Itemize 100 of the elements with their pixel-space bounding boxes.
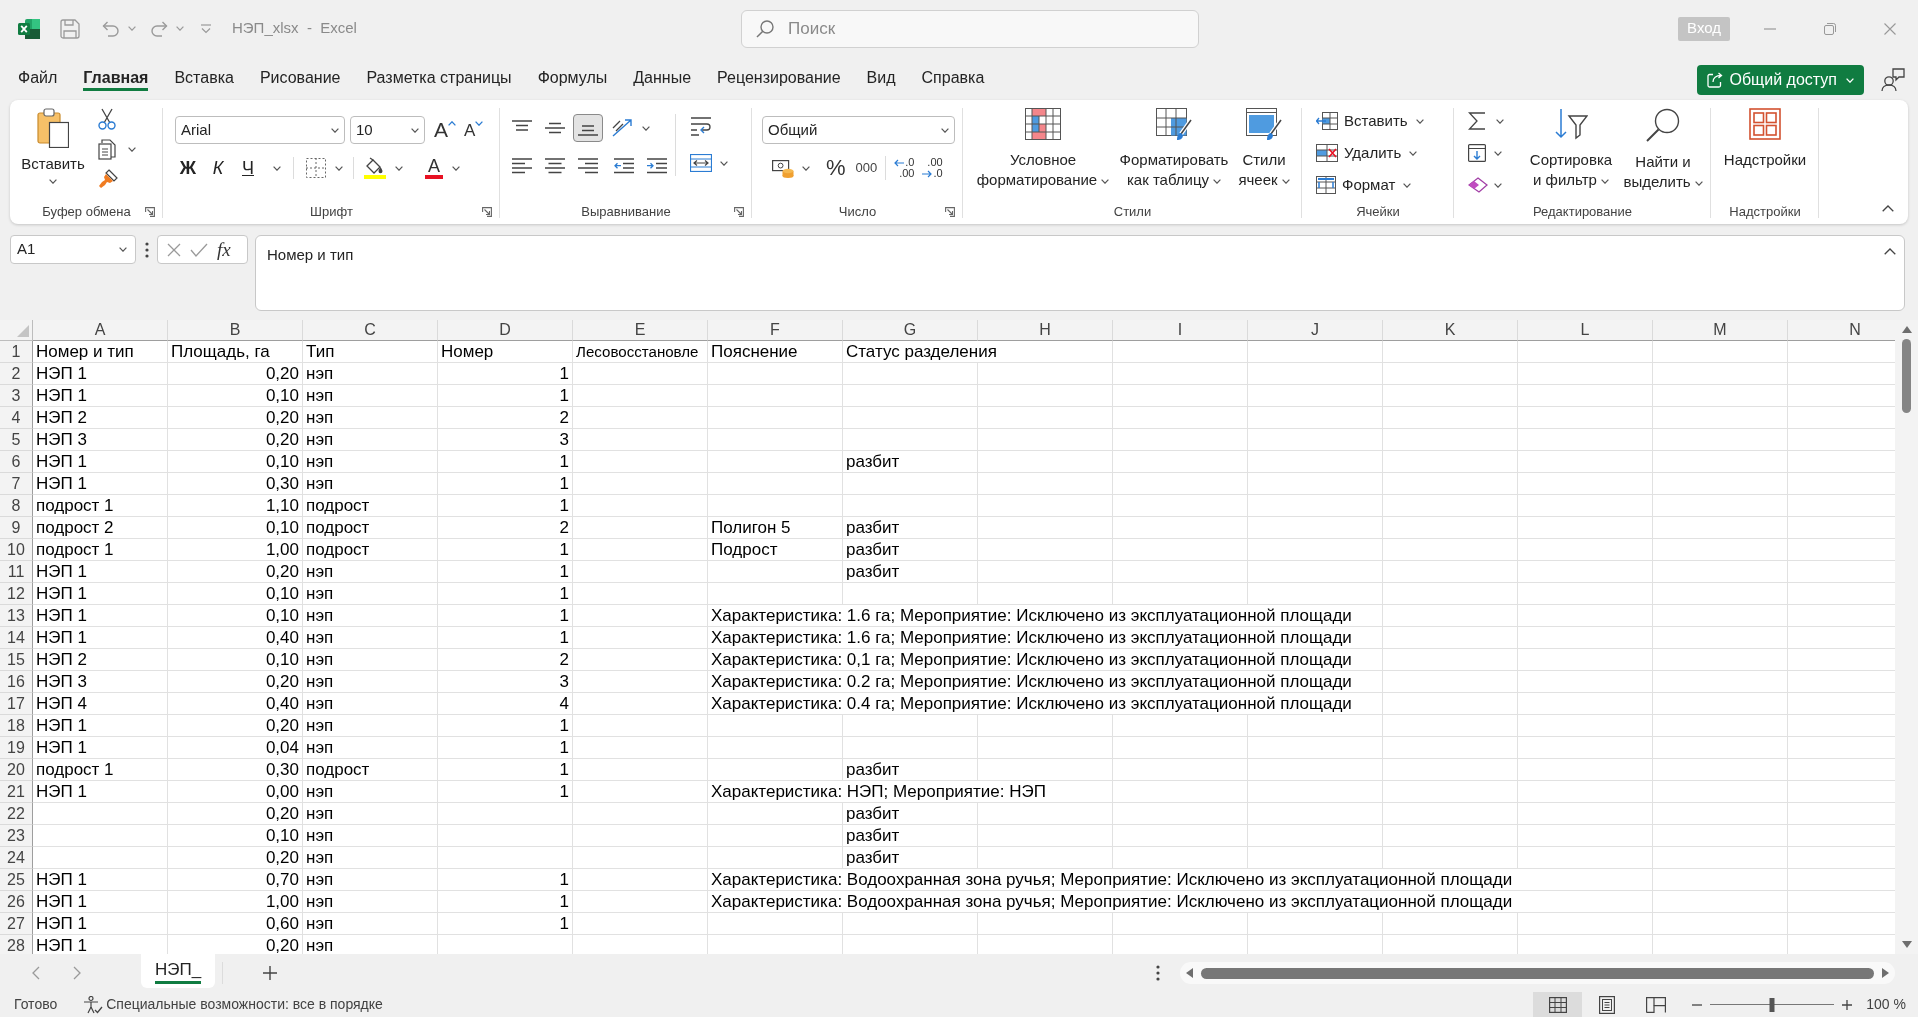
horizontal-scrollbar[interactable] [1180,962,1895,984]
feedback-icon[interactable] [1881,68,1905,92]
row-header[interactable]: 22 [0,803,33,825]
menu-tab[interactable]: Данные [633,57,692,91]
insert-cells-button[interactable]: Вставить [1316,108,1424,134]
sigma-icon[interactable] [1468,112,1486,130]
row-header[interactable]: 10 [0,539,33,561]
caret-icon[interactable] [335,165,343,171]
copy-icon[interactable] [98,139,116,160]
row-header[interactable]: 17 [0,693,33,715]
add-ins-button[interactable]: Надстройки [1723,108,1807,200]
menu-tab[interactable]: Разметка страницы [366,57,512,91]
row-header[interactable]: 6 [0,451,33,473]
share-button[interactable]: Общий доступ [1696,65,1864,95]
cell-styles-button[interactable]: Стили ячеек [1235,108,1293,190]
font-size-field[interactable]: 10 [350,116,425,144]
dialog-launcher-icon[interactable] [482,207,492,217]
row-header[interactable]: 12 [0,583,33,605]
row-header[interactable]: 15 [0,649,33,671]
column-header[interactable]: M [1653,320,1788,341]
caret-icon[interactable] [273,165,281,171]
delete-cells-button[interactable]: Удалить [1316,140,1418,166]
paint-bucket-icon[interactable] [364,157,386,179]
format-cells-button[interactable]: Формат [1316,172,1412,198]
row-header[interactable]: 13 [0,605,33,627]
scroll-left-icon[interactable] [1186,968,1193,978]
caret-icon[interactable] [128,147,136,152]
row-header[interactable]: 5 [0,429,33,451]
row-header[interactable]: 21 [0,781,33,803]
number-format-field[interactable]: Общий [762,116,955,144]
row-header[interactable]: 11 [0,561,33,583]
dialog-launcher-icon[interactable] [945,207,955,217]
row-header[interactable]: 23 [0,825,33,847]
column-header[interactable]: L [1518,320,1653,341]
row-header[interactable]: 3 [0,385,33,407]
row-header[interactable]: 14 [0,627,33,649]
scrollbar-thumb[interactable] [1902,339,1911,413]
caret-icon[interactable] [642,125,650,131]
menu-tab[interactable]: Справка [921,57,985,91]
scroll-right-icon[interactable] [1882,968,1889,978]
row-header[interactable]: 19 [0,737,33,759]
caret-icon[interactable] [1496,118,1504,124]
caret-icon[interactable] [395,165,403,171]
accounting-format-icon[interactable] [772,158,794,178]
format-as-table-button[interactable]: Форматировать как таблицу [1116,108,1232,190]
caret-icon[interactable] [720,160,728,166]
column-header[interactable]: I [1113,320,1248,341]
name-box[interactable]: A1 [10,235,136,264]
font-name-field[interactable]: Arial [175,116,345,144]
enter-check-icon[interactable] [190,242,208,257]
scroll-up-icon[interactable] [1901,326,1912,333]
row-header[interactable]: 8 [0,495,33,517]
search-field[interactable]: Поиск [741,9,1199,48]
menu-tab[interactable]: Вставка [174,57,234,91]
accessibility-button[interactable]: Специальные возможности: все в порядке [83,994,383,1015]
conditional-formatting-button[interactable]: Условное форматирование [975,108,1111,190]
row-header[interactable]: 18 [0,715,33,737]
cancel-icon[interactable] [167,242,181,257]
decrease-decimal-button[interactable]: .00 .0 [922,157,943,179]
scroll-down-icon[interactable] [1901,941,1912,948]
row-header[interactable]: 28 [0,935,33,954]
menu-tab[interactable]: Главная [83,57,149,91]
row-header[interactable]: 25 [0,869,33,891]
row-header[interactable]: 24 [0,847,33,869]
row-header[interactable]: 27 [0,913,33,935]
wrap-text-icon[interactable] [690,116,712,136]
menu-tab[interactable]: Рисование [259,57,341,91]
find-select-button[interactable]: Найти и выделить [1622,108,1704,192]
column-header[interactable]: K [1383,320,1518,341]
row-header[interactable]: 7 [0,473,33,495]
increase-decimal-button[interactable]: .0 .00 [894,157,915,179]
dialog-launcher-icon[interactable] [734,207,744,217]
zoom-slider-thumb[interactable] [1769,997,1775,1012]
row-header[interactable]: 16 [0,671,33,693]
underline-button[interactable]: Ч [233,154,263,182]
column-header[interactable]: J [1248,320,1383,341]
menu-tab[interactable]: Файл [18,57,58,91]
caret-icon[interactable] [802,165,810,171]
align-bottom-button[interactable] [573,114,603,142]
increase-indent-icon[interactable] [647,158,667,174]
row-header[interactable]: 20 [0,759,33,781]
row-header[interactable]: 9 [0,517,33,539]
zoom-in-icon[interactable] [1842,999,1853,1010]
percent-button[interactable]: % [826,156,846,180]
borders-icon[interactable] [306,158,326,178]
menu-tab[interactable]: Рецензирование [717,57,841,91]
sort-filter-button[interactable]: Сортировка и фильтр [1524,108,1618,190]
merge-cells-icon[interactable] [690,154,712,172]
insert-function-button[interactable]: fx [217,239,231,260]
scrollbar-thumb[interactable] [1201,967,1874,979]
grow-font-button[interactable]: A [434,119,456,141]
dialog-launcher-icon[interactable] [145,207,155,217]
sheet-tab[interactable]: НЭП_ [141,954,216,988]
caret-icon[interactable] [1494,150,1502,156]
paste-button[interactable]: Вставить [22,100,84,184]
row-header[interactable]: 1 [0,341,33,363]
normal-view-button[interactable] [1533,992,1583,1017]
italic-button[interactable]: К [203,154,233,182]
decrease-indent-icon[interactable] [614,158,634,174]
row-header[interactable]: 26 [0,891,33,913]
